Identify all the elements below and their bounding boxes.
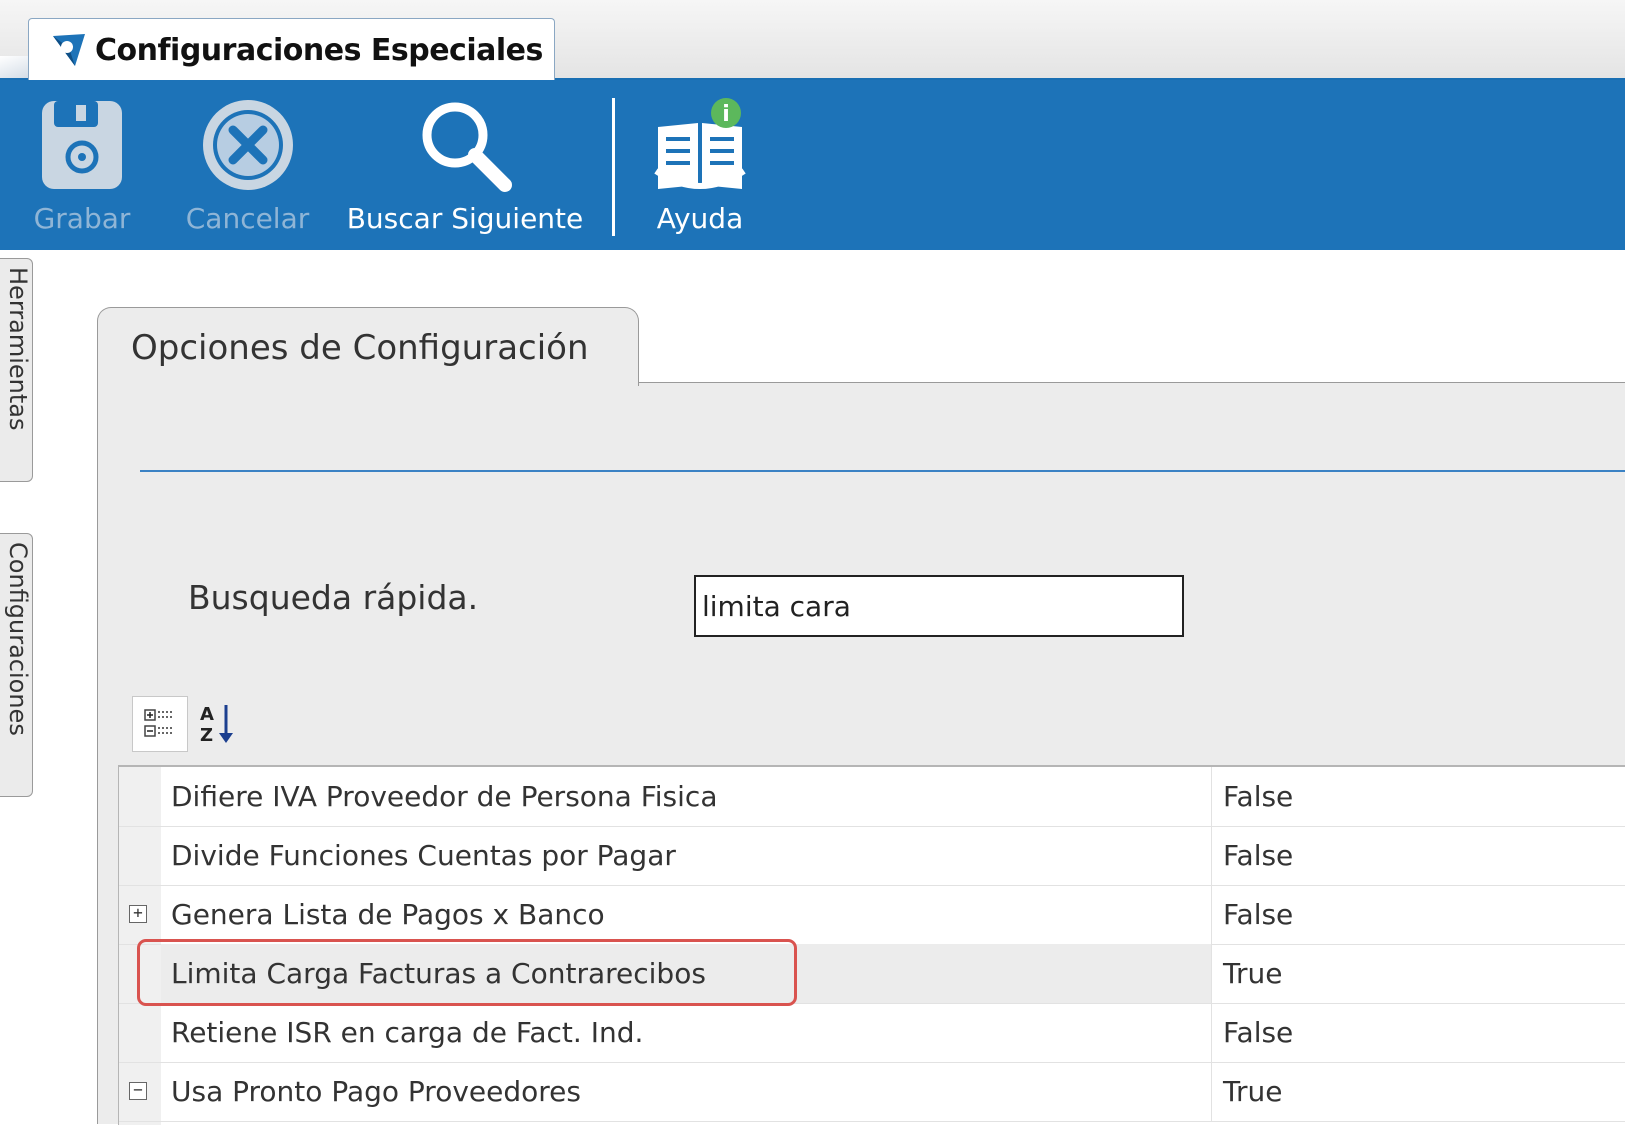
property-value[interactable]: False	[1223, 780, 1293, 813]
property-name: Difiere IVA Proveedor de Persona Fisica	[171, 780, 718, 813]
side-tab-herramientas[interactable]: Herramientas	[0, 258, 33, 482]
categorized-view-button[interactable]	[132, 696, 188, 752]
side-tab-configuraciones-label: Configuraciones	[4, 542, 32, 736]
ribbon-toolbar: Grabar Cancelar Buscar Siguiente i Ayuda	[0, 80, 1625, 250]
svg-text:A: A	[200, 704, 214, 725]
sort-alphabetical-icon: A Z	[200, 704, 233, 746]
property-row-genera-lista[interactable]: + Genera Lista de Pagos x Banco False	[119, 885, 1625, 945]
property-value[interactable]: True	[1223, 957, 1282, 990]
section-divider	[140, 470, 1625, 472]
property-name: Genera Lista de Pagos x Banco	[171, 898, 605, 931]
property-value[interactable]: False	[1223, 898, 1293, 931]
quick-search-label: Busqueda rápida.	[188, 578, 479, 617]
svg-text:i: i	[722, 102, 730, 127]
property-row-retiene-isr[interactable]: Retiene ISR en carga de Fact. Ind. False	[119, 1003, 1625, 1063]
tab-opciones-configuracion[interactable]: Opciones de Configuración	[97, 307, 639, 386]
expand-icon[interactable]: +	[129, 905, 147, 923]
property-name: Usa Pronto Pago Proveedores	[171, 1075, 581, 1108]
property-row-difiere-iva[interactable]: Difiere IVA Proveedor de Persona Fisica …	[119, 767, 1625, 827]
property-row-usa-pronto-pago[interactable]: − Usa Pronto Pago Proveedores True	[119, 1062, 1625, 1122]
help-button-label: Ayuda	[656, 202, 744, 235]
svg-text:Z: Z	[200, 725, 213, 746]
property-value[interactable]: False	[1223, 1016, 1293, 1049]
categorized-view-icon	[144, 709, 174, 737]
side-tab-herramientas-label: Herramientas	[4, 267, 32, 431]
side-panel-tabs: Herramientas Configuraciones	[0, 250, 36, 1123]
search-icon	[422, 102, 512, 192]
property-grid-toolbar: A Z	[118, 690, 1625, 762]
save-button-label: Grabar	[33, 202, 131, 235]
tab-opciones-configuracion-label: Opciones de Configuración	[131, 328, 589, 368]
property-value[interactable]: True	[1223, 1075, 1282, 1108]
toolbar-separator	[612, 98, 615, 236]
window-tab-configuraciones[interactable]: Configuraciones Especiales	[28, 18, 555, 81]
save-icon	[42, 101, 122, 189]
property-row-divide-funciones[interactable]: Divide Funciones Cuentas por Pagar False	[119, 826, 1625, 886]
find-next-button-label: Buscar Siguiente	[346, 202, 584, 235]
cancel-icon	[202, 100, 293, 190]
sort-alphabetical-button[interactable]: A Z	[190, 696, 246, 752]
help-button[interactable]: i Ayuda	[640, 90, 760, 240]
quick-search-input[interactable]	[694, 575, 1184, 637]
property-name: Retiene ISR en carga de Fact. Ind.	[171, 1016, 644, 1049]
collapse-icon[interactable]: −	[129, 1082, 147, 1100]
cancel-button[interactable]: Cancelar	[175, 90, 320, 240]
window-tabstrip: Configuraciones Especiales	[0, 0, 1625, 81]
cancel-button-label: Cancelar	[185, 202, 310, 235]
window-tab-title: Configuraciones Especiales	[95, 32, 543, 68]
property-name: Limita Carga Facturas a Contrarecibos	[171, 957, 706, 990]
app-logo-icon	[53, 34, 85, 66]
property-name: Divide Funciones Cuentas por Pagar	[171, 839, 676, 872]
find-next-button[interactable]: Buscar Siguiente	[340, 90, 590, 240]
property-grid: Difiere IVA Proveedor de Persona Fisica …	[118, 765, 1625, 1125]
side-tab-configuraciones[interactable]: Configuraciones	[0, 533, 33, 797]
property-value[interactable]: False	[1223, 839, 1293, 872]
help-book-icon: i	[654, 98, 746, 189]
property-row-limita-carga[interactable]: Limita Carga Facturas a Contrarecibos Tr…	[119, 944, 1625, 1004]
save-button[interactable]: Grabar	[22, 90, 142, 240]
